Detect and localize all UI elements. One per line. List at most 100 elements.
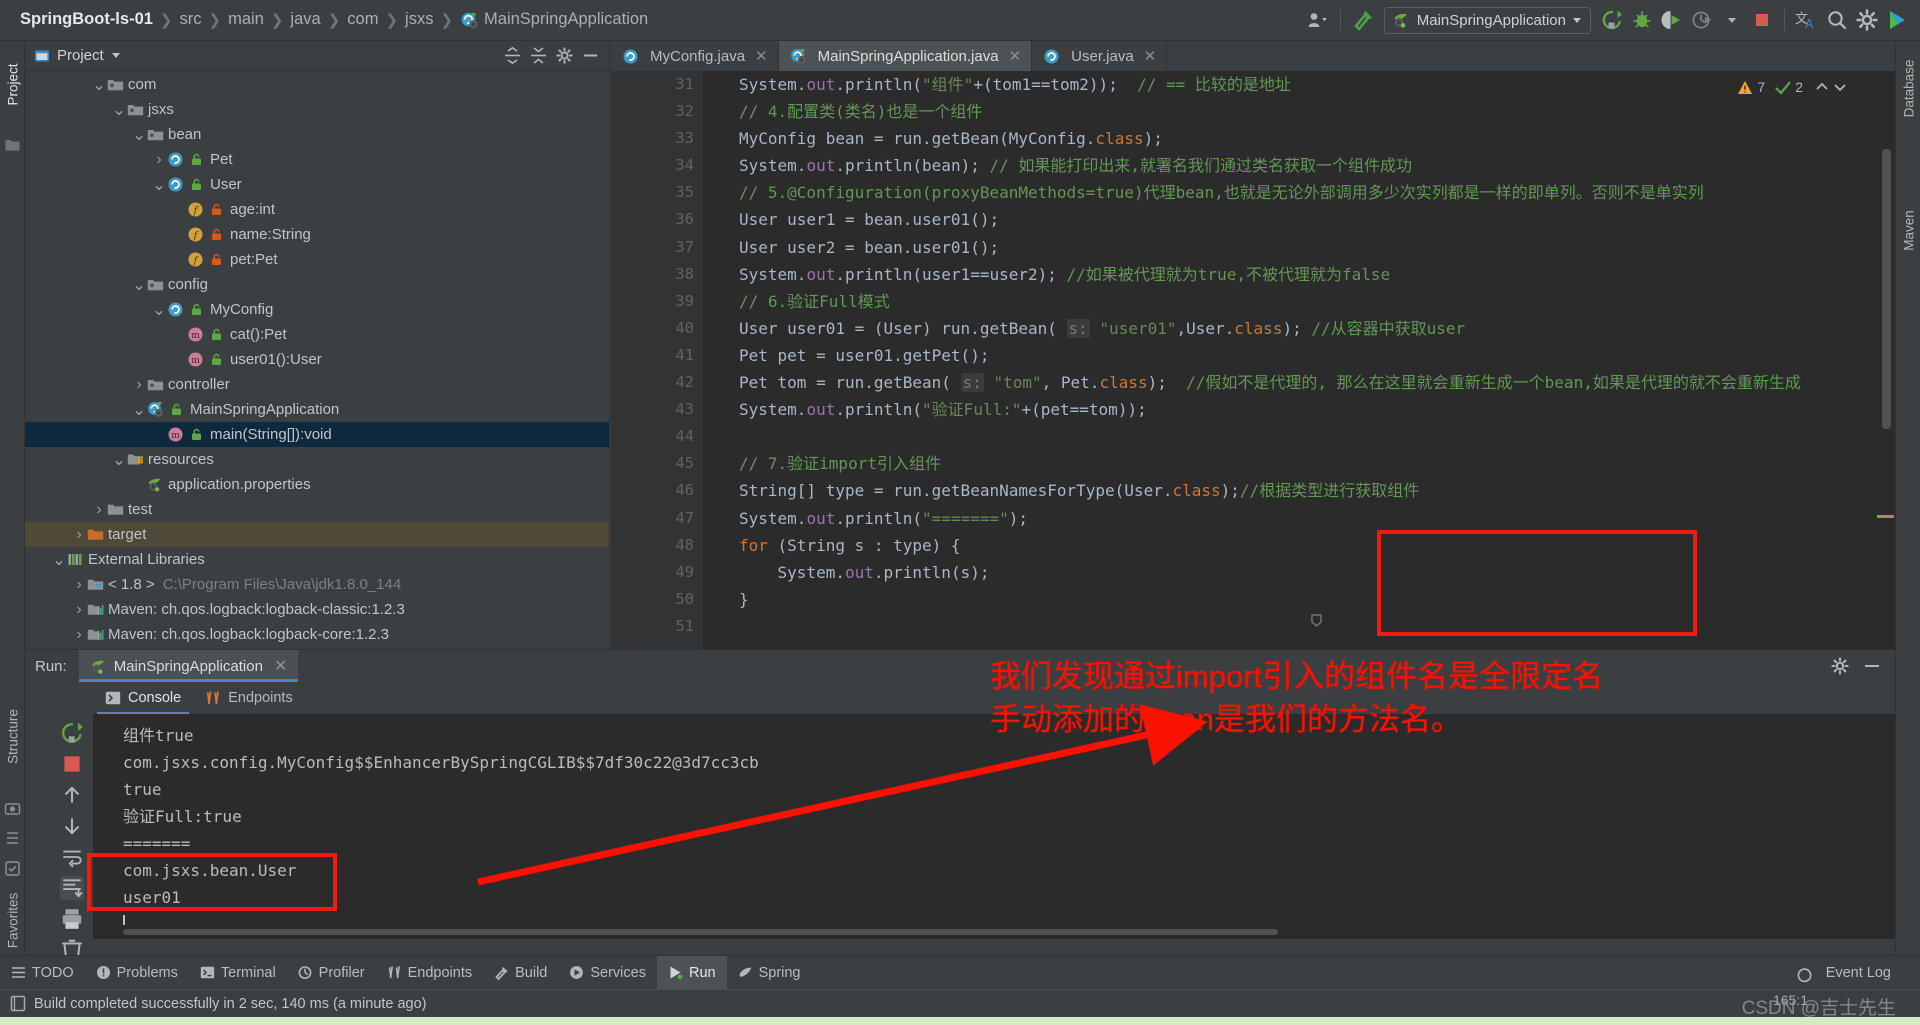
console-scroll-thumb[interactable] <box>123 929 1278 935</box>
user-account-icon[interactable] <box>1303 5 1333 35</box>
structure-icon[interactable] <box>5 831 20 846</box>
inspection-status[interactable]: 7 2 <box>1737 79 1847 95</box>
collapse-all-icon[interactable] <box>530 47 547 64</box>
run-icon[interactable] <box>1597 5 1627 35</box>
code-line[interactable]: Pet tom = run.getBean( s: "tom", Pet.cla… <box>703 369 1873 396</box>
tool-window-project[interactable]: Project <box>6 46 21 124</box>
project-tree[interactable]: ⌄ com ⌄ jsxs ⌄ bean › Pet ⌄ User f age:int f name:Str… <box>25 72 609 649</box>
code-line[interactable] <box>703 423 1873 450</box>
breadcrumb-item-com[interactable]: com <box>341 10 384 29</box>
code-line[interactable]: User user1 = bean.user01(); <box>703 206 1873 233</box>
breadcrumb-item-java[interactable]: java <box>284 10 326 29</box>
chevron-right-icon[interactable]: › <box>131 376 147 394</box>
status-bar-endpoints[interactable]: Endpoints <box>376 956 484 990</box>
tree-node-name-string[interactable]: f name:String <box>25 222 609 247</box>
breadcrumb-item-main[interactable]: main <box>222 10 270 29</box>
chevron-down-icon[interactable]: ⌄ <box>51 551 67 568</box>
chevron-down-icon-2[interactable] <box>1833 80 1847 94</box>
tree-node-controller[interactable]: › controller <box>25 372 609 397</box>
tree-node-user[interactable]: ⌄ User <box>25 172 609 197</box>
run-configuration-selector[interactable]: MainSpringApplication <box>1383 6 1591 34</box>
breadcrumb-item-mainspringapplication[interactable]: MainSpringApplication <box>454 10 654 29</box>
tree-node-mainspringapplication[interactable]: ⌄ MainSpringApplication <box>25 397 609 422</box>
build-hammer-icon[interactable] <box>1348 5 1378 35</box>
chevron-down-icon[interactable]: ⌄ <box>131 126 147 143</box>
translate-icon[interactable]: 文A <box>1792 5 1822 35</box>
breadcrumb-item-jsxs[interactable]: jsxs <box>399 10 439 29</box>
settings-gear-icon[interactable] <box>1852 5 1882 35</box>
tree-node-myconfig[interactable]: ⌄ MyConfig <box>25 297 609 322</box>
chevron-down-icon[interactable]: ⌄ <box>91 76 107 93</box>
build-strip-icon[interactable] <box>5 861 20 876</box>
chevron-down-icon[interactable]: ⌄ <box>111 451 127 468</box>
chevron-down-icon[interactable]: ⌄ <box>151 176 167 193</box>
code-line[interactable]: System.out.println(s); <box>703 559 1873 586</box>
stop-icon[interactable] <box>1747 5 1777 35</box>
editor-tab-user-java[interactable]: User.java ✕ <box>1032 41 1168 71</box>
tree-node-com[interactable]: ⌄ com <box>25 72 609 97</box>
tool-window-structure[interactable]: Structure <box>6 694 21 780</box>
tree-node-maven-ch-qos-logback-logback-core-1-2-3[interactable]: › Maven: ch.qos.logback:logback-core:1.2.… <box>25 622 609 647</box>
code-line[interactable]: System.out.println("======="); <box>703 505 1873 532</box>
tree-node-bean[interactable]: ⌄ bean <box>25 122 609 147</box>
dropdown-icon[interactable] <box>1717 5 1747 35</box>
status-bar-services[interactable]: Services <box>558 956 657 990</box>
tree-node-age-int[interactable]: f age:int <box>25 197 609 222</box>
chevron-down-icon[interactable]: ⌄ <box>151 301 167 318</box>
editor-tab-mainspringapplication-java[interactable]: MainSpringApplication.java ✕ <box>778 41 1033 71</box>
code-line[interactable]: // 4.配置类(类名)也是一个组件 <box>703 98 1873 125</box>
close-icon[interactable]: ✕ <box>755 47 768 65</box>
tree-node--1-8-[interactable]: › < 1.8 > C:\Program Files\Java\jdk1.8.0_1… <box>25 572 609 597</box>
scrollbar-thumb[interactable] <box>1882 149 1891 429</box>
close-icon[interactable]: ✕ <box>1144 47 1157 65</box>
run-subtab-endpoints[interactable]: Endpoints <box>193 682 305 714</box>
logo-icon[interactable] <box>1882 5 1912 35</box>
code-line[interactable]: System.out.println(user1==user2); //如果被代… <box>703 261 1873 288</box>
fold-start-icon[interactable] <box>1311 614 1322 627</box>
tool-window-favorites[interactable]: Favorites <box>6 878 21 964</box>
close-icon[interactable]: ✕ <box>274 656 287 676</box>
code-line[interactable]: User user01 = (User) run.getBean( s: "us… <box>703 315 1873 342</box>
chevron-down-icon[interactable]: ⌄ <box>131 401 147 418</box>
tree-node-pet[interactable]: › Pet <box>25 147 609 172</box>
chevron-right-icon[interactable]: › <box>71 601 87 619</box>
down-arrow-icon[interactable] <box>60 814 84 838</box>
chevron-up-icon[interactable] <box>1815 80 1829 94</box>
status-bar-build[interactable]: Build <box>483 956 558 990</box>
code-line[interactable] <box>703 613 1873 640</box>
stop-icon-run[interactable] <box>60 752 84 776</box>
code-line[interactable]: for (String s : type) { <box>703 532 1873 559</box>
code-line[interactable]: String[] type = run.getBeanNamesForType(… <box>703 477 1873 504</box>
breadcrumb-item-src[interactable]: src <box>174 10 208 29</box>
run-session-tab[interactable]: MainSpringApplication ✕ <box>78 650 300 682</box>
code-line[interactable]: System.out.println(bean); // 如果能打印出来,就署名… <box>703 152 1873 179</box>
status-bar-todo[interactable]: TODO <box>0 956 85 990</box>
up-arrow-icon[interactable] <box>60 783 84 807</box>
hide-panel-icon[interactable] <box>582 47 599 64</box>
chevron-down-icon[interactable]: ⌄ <box>111 101 127 118</box>
run-subtab-console[interactable]: Console <box>93 682 193 714</box>
tool-window-maven[interactable]: Maven <box>1902 194 1917 268</box>
camera-strip-icon[interactable] <box>4 801 21 816</box>
chevron-right-icon[interactable]: › <box>71 526 87 544</box>
rerun-icon[interactable] <box>60 721 84 745</box>
status-bar-run[interactable]: Run <box>656 955 727 990</box>
tree-node-target[interactable]: › target <box>25 522 609 547</box>
code-line[interactable]: } <box>703 586 1873 613</box>
tree-node-jsxs[interactable]: ⌄ jsxs <box>25 97 609 122</box>
project-folder-icon[interactable] <box>5 137 20 152</box>
minimize-icon[interactable] <box>1863 657 1881 675</box>
breadcrumb-item-springboot-ls-01[interactable]: SpringBoot-ls-01 <box>14 10 159 29</box>
status-bar-profiler[interactable]: Profiler <box>287 956 376 990</box>
run-with-coverage-icon[interactable] <box>1657 5 1687 35</box>
status-bar-terminal[interactable]: Terminal <box>189 956 287 990</box>
code-line[interactable]: // 5.@Configuration(proxyBeanMethods=tru… <box>703 179 1873 206</box>
tree-node-cat-pet[interactable]: m cat():Pet <box>25 322 609 347</box>
status-bar-problems[interactable]: Problems <box>85 956 189 990</box>
tree-node-maven-ch-qos-logback-logback-classic-1-2[interactable]: › Maven: ch.qos.logback:logback-classic:1… <box>25 597 609 622</box>
soft-wrap-icon[interactable] <box>60 845 84 869</box>
console-horizontal-scrollbar[interactable] <box>93 925 1895 939</box>
status-bar-spring[interactable]: Spring <box>727 956 812 990</box>
tool-window-database[interactable]: Database <box>1902 46 1917 132</box>
chevron-down-icon[interactable]: ⌄ <box>131 276 147 293</box>
